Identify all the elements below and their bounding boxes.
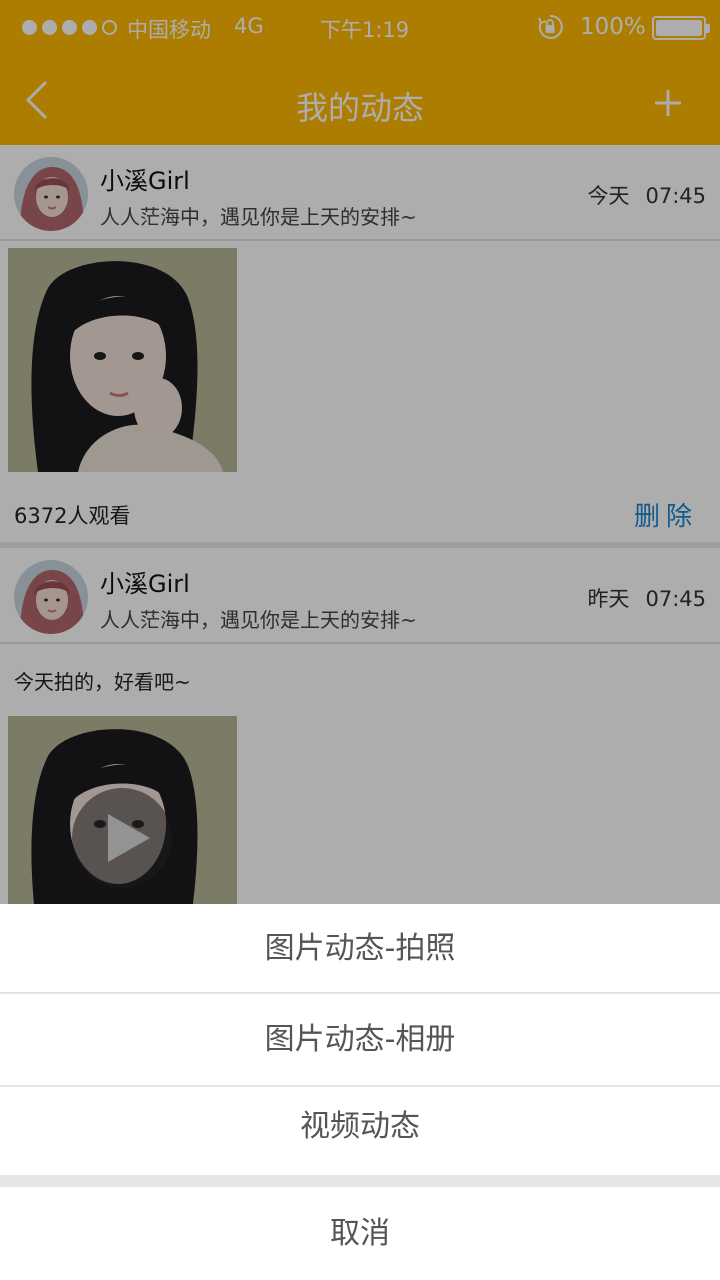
option-photo-album[interactable]: 图片动态-相册: [0, 994, 720, 1086]
cancel-button[interactable]: 取消: [0, 1187, 720, 1280]
option-label: 图片动态-相册: [264, 1022, 456, 1057]
cancel-label: 取消: [330, 1216, 390, 1251]
action-sheet: 图片动态-拍照 图片动态-相册 视频动态 取消: [0, 904, 720, 1280]
option-label: 视频动态: [300, 1109, 420, 1144]
option-video[interactable]: 视频动态: [0, 1087, 720, 1175]
option-label: 图片动态-拍照: [264, 931, 456, 966]
option-photo-camera[interactable]: 图片动态-拍照: [0, 904, 720, 993]
